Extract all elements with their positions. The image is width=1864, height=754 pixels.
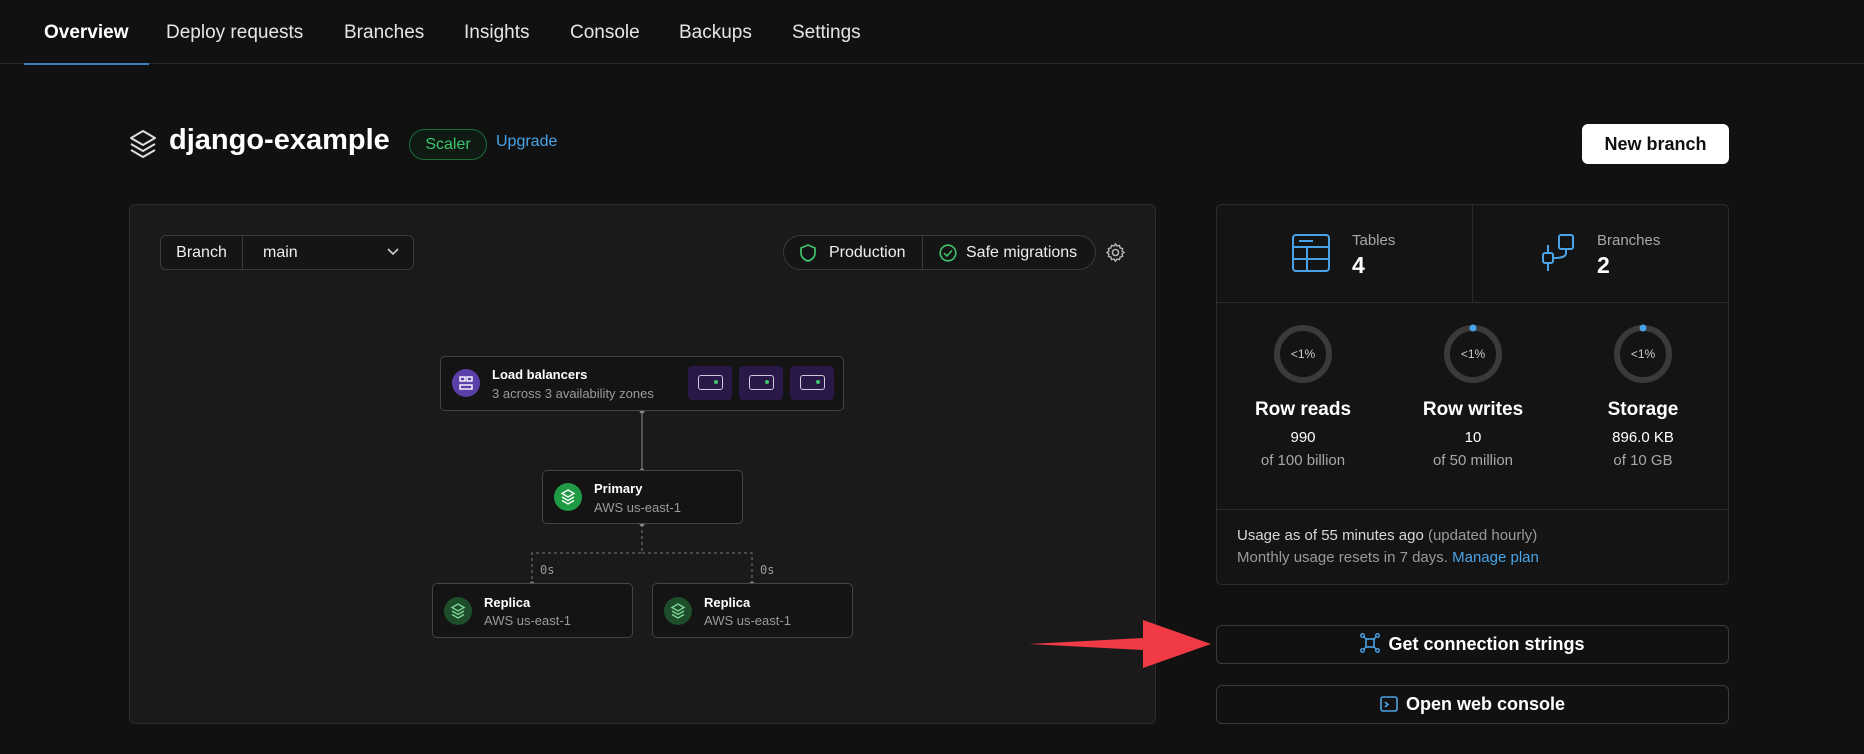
usage-limit: of 10 GB bbox=[1613, 452, 1673, 469]
usage-gauge: <1% bbox=[1274, 325, 1332, 383]
terminal-icon bbox=[1380, 696, 1398, 712]
open-web-console-button[interactable]: Open web console bbox=[1216, 685, 1729, 724]
divider bbox=[1217, 509, 1728, 510]
primary-node[interactable]: Primary AWS us-east-1 bbox=[542, 470, 743, 524]
usage-updated-hourly: (updated hourly) bbox=[1427, 527, 1538, 544]
storage-usage: <1% Storage 896.0 KB of 10 GB bbox=[1563, 323, 1723, 469]
load-balancer-icon bbox=[452, 369, 480, 397]
tab-deploy-requests[interactable]: Deploy requests bbox=[166, 0, 303, 64]
replica-node[interactable]: Replica AWS us-east-1 bbox=[652, 583, 853, 638]
branches-label: Branches bbox=[1597, 232, 1661, 249]
load-balancer-node[interactable]: Load balancers 3 across 3 availability z… bbox=[440, 356, 844, 411]
page-title: django-example bbox=[169, 124, 390, 156]
topology-connectors bbox=[529, 408, 755, 587]
branches-count: 2 bbox=[1597, 252, 1610, 278]
top-nav: Overview Deploy requests Branches Insigh… bbox=[0, 0, 1864, 65]
usage-limit: of 50 million bbox=[1432, 452, 1514, 469]
tab-settings[interactable]: Settings bbox=[792, 0, 861, 64]
usage-name: Storage bbox=[1607, 399, 1679, 420]
usage-value: 10 bbox=[1464, 429, 1482, 446]
database-replica-icon bbox=[444, 597, 472, 625]
replica-node[interactable]: Replica AWS us-east-1 bbox=[432, 583, 633, 638]
primary-subtitle: AWS us-east-1 bbox=[594, 500, 681, 515]
load-balancer-zone-3 bbox=[790, 366, 834, 400]
load-balancer-subtitle: 3 across 3 availability zones bbox=[492, 386, 654, 401]
usage-reset-note: Monthly usage resets in 7 days. Manage p… bbox=[1237, 549, 1539, 566]
replica-subtitle: AWS us-east-1 bbox=[704, 613, 791, 628]
table-icon bbox=[1292, 234, 1330, 272]
gauge-label: <1% bbox=[1631, 347, 1656, 361]
usage-updated-note: Usage as of 55 minutes ago (updated hour… bbox=[1237, 527, 1537, 544]
row-writes-usage: <1% Row writes 10 of 50 million bbox=[1393, 323, 1553, 469]
load-balancer-zone-1 bbox=[688, 366, 732, 400]
divider bbox=[1472, 205, 1473, 302]
branch-icon bbox=[1542, 234, 1574, 271]
usage-value: 896.0 KB bbox=[1612, 429, 1674, 446]
usage-stats-panel: Tables 4 Branches 2 <1% Row reads 990 of… bbox=[1216, 204, 1729, 585]
usage-name: Row reads bbox=[1254, 399, 1352, 420]
usage-name: Row writes bbox=[1422, 399, 1524, 420]
usage-value: 990 bbox=[1290, 429, 1316, 446]
tables-count: 4 bbox=[1352, 252, 1365, 278]
new-branch-button[interactable]: New branch bbox=[1582, 124, 1729, 164]
tables-label: Tables bbox=[1352, 232, 1396, 249]
annotation-arrow bbox=[1029, 620, 1211, 668]
usage-gauge: <1% bbox=[1444, 324, 1502, 383]
usage-updated-text: Usage as of 55 minutes ago bbox=[1237, 527, 1424, 544]
usage-limit: of 100 billion bbox=[1260, 452, 1346, 469]
manage-plan-link[interactable]: Manage plan bbox=[1452, 549, 1539, 566]
usage-gauge: <1% bbox=[1614, 324, 1672, 383]
database-replica-icon bbox=[664, 597, 692, 625]
load-balancer-title: Load balancers bbox=[492, 367, 588, 382]
database-layers-icon bbox=[130, 130, 156, 158]
open-web-console-label: Open web console bbox=[1405, 694, 1566, 714]
tab-insights[interactable]: Insights bbox=[464, 0, 529, 64]
usage-reset-text: Monthly usage resets in 7 days. bbox=[1237, 549, 1448, 566]
database-primary-icon bbox=[554, 483, 582, 511]
load-balancer-zone-2 bbox=[739, 366, 783, 400]
connect-icon bbox=[1360, 633, 1381, 653]
tab-overview[interactable]: Overview bbox=[24, 0, 148, 65]
row-reads-usage: <1% Row reads 990 of 100 billion bbox=[1223, 323, 1383, 469]
replica-subtitle: AWS us-east-1 bbox=[484, 613, 571, 628]
divider bbox=[1217, 302, 1728, 303]
tab-backups[interactable]: Backups bbox=[679, 0, 752, 64]
replica-lag: 0s bbox=[760, 563, 775, 577]
gauge-label: <1% bbox=[1291, 347, 1316, 361]
replica-lag: 0s bbox=[540, 563, 555, 577]
primary-title: Primary bbox=[594, 481, 643, 496]
upgrade-link[interactable]: Upgrade bbox=[496, 133, 557, 151]
plan-badge: Scaler bbox=[409, 129, 487, 160]
replica-title: Replica bbox=[704, 595, 751, 610]
get-connection-strings-label: Get connection strings bbox=[1388, 634, 1585, 654]
get-connection-strings-button[interactable]: Get connection strings bbox=[1216, 625, 1729, 664]
infrastructure-panel: Branch main Production Safe migrations L… bbox=[129, 204, 1156, 724]
tab-branches[interactable]: Branches bbox=[344, 0, 424, 64]
gauge-label: <1% bbox=[1461, 347, 1486, 361]
tab-console[interactable]: Console bbox=[570, 0, 640, 64]
replica-title: Replica bbox=[484, 595, 531, 610]
